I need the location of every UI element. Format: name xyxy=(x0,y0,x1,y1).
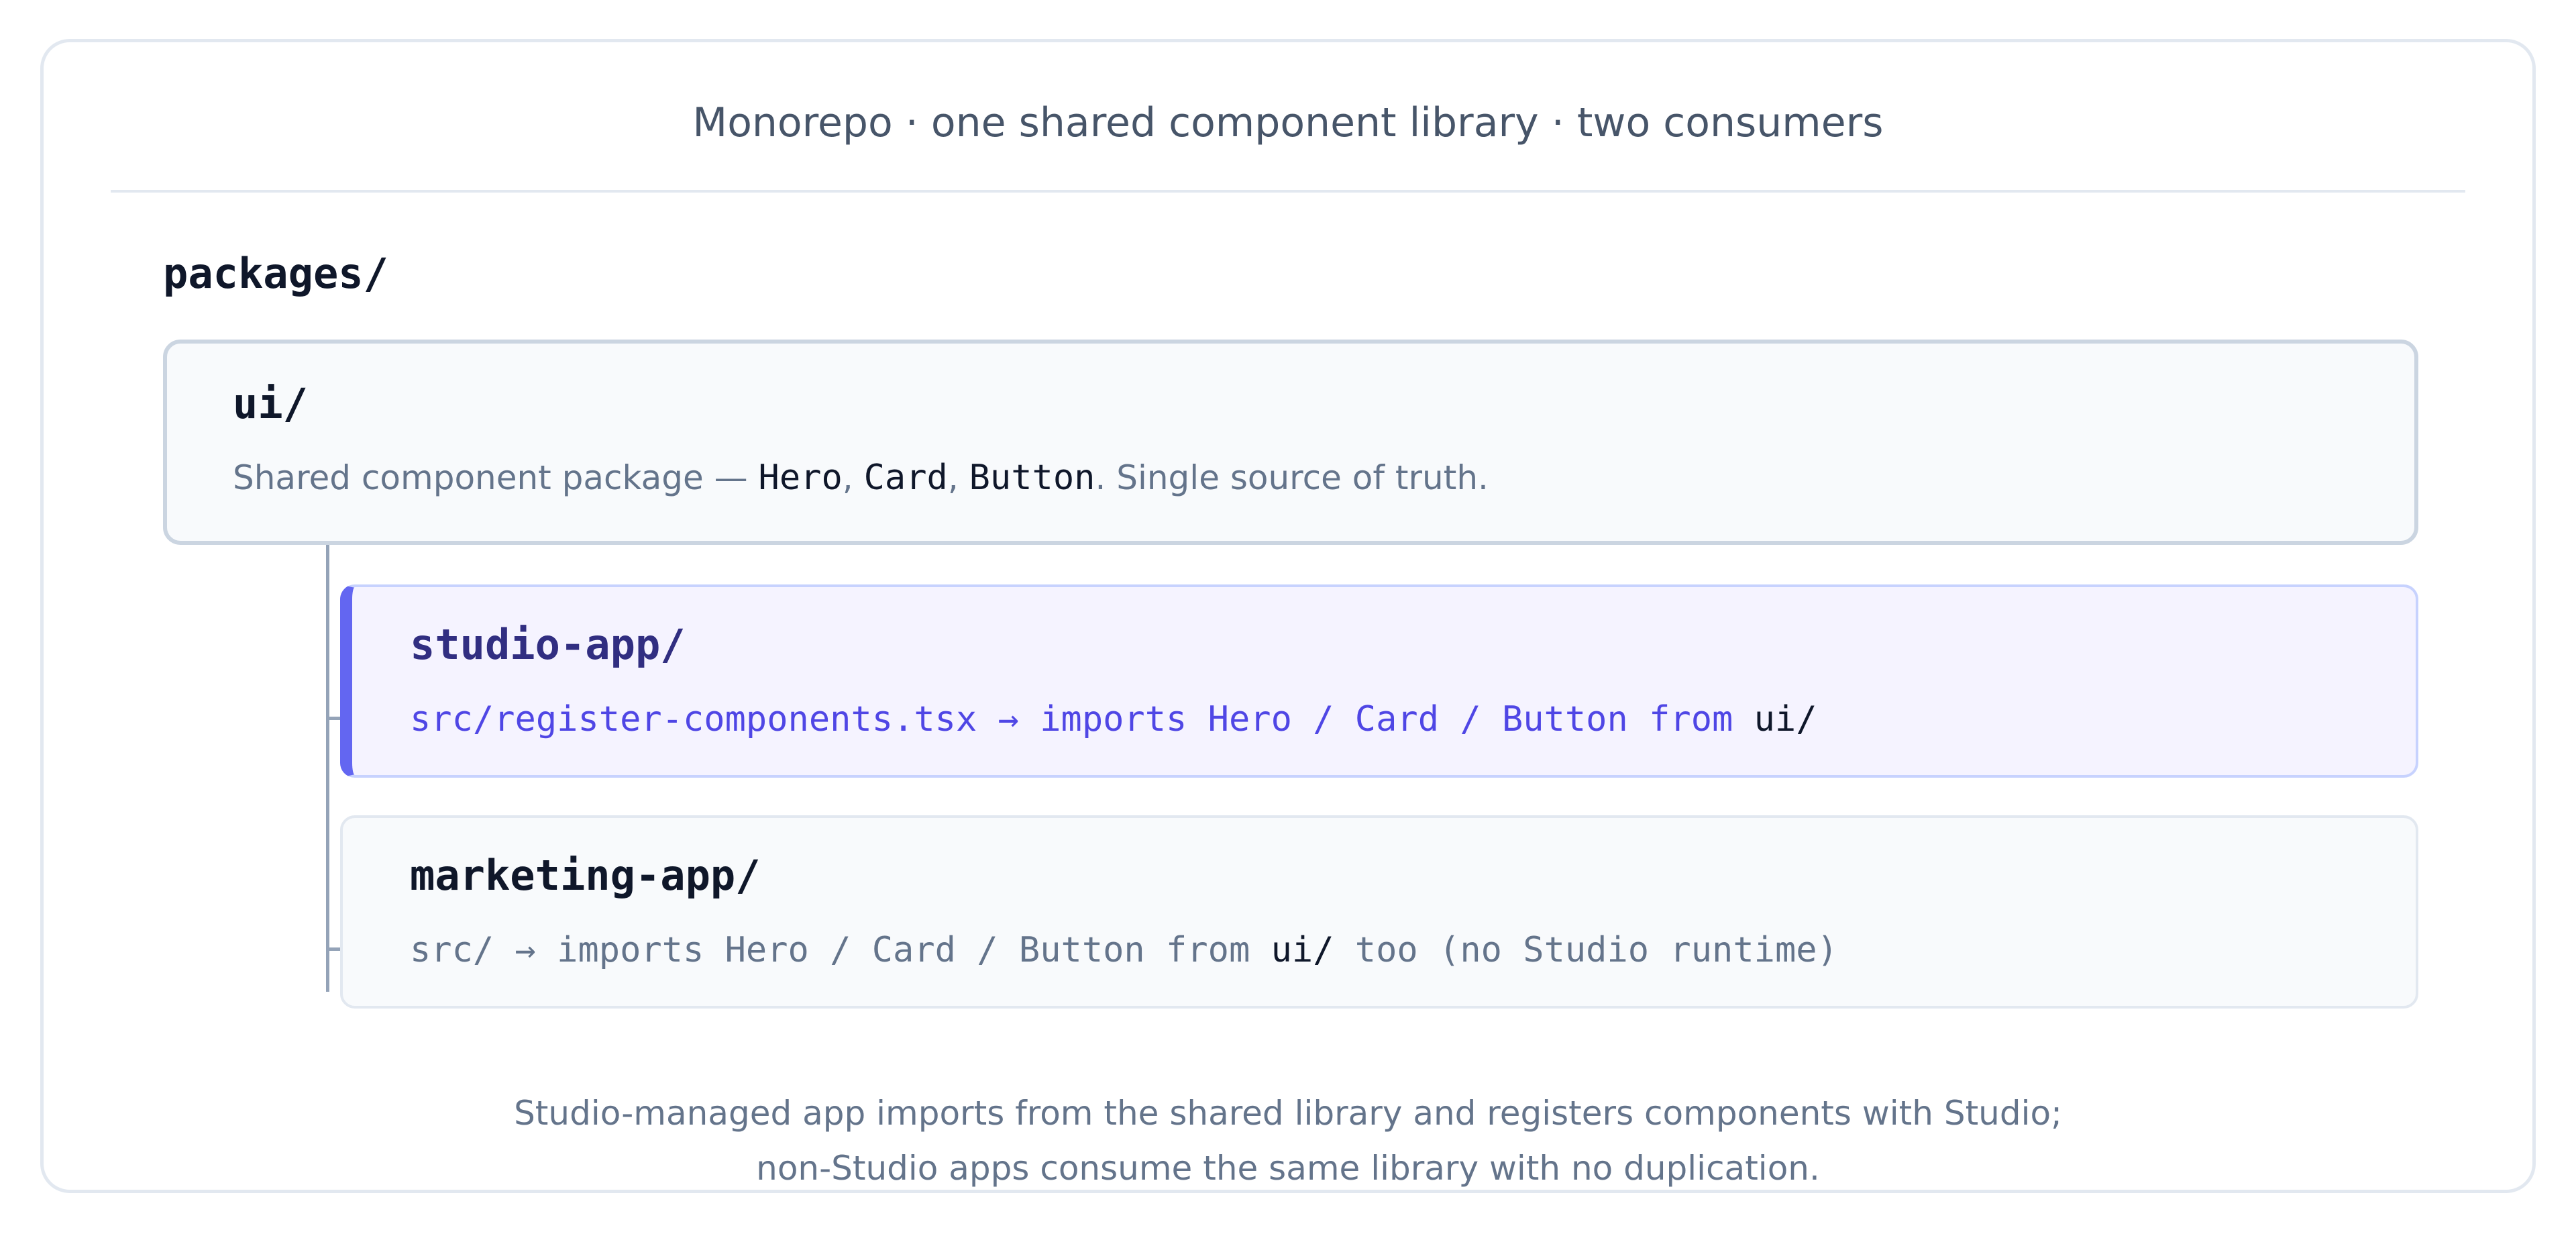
marketing-app-name: marketing-app/ xyxy=(410,851,761,900)
studio-app-description: src/register-components.tsx → imports He… xyxy=(410,696,1817,743)
studio-desc-main: src/register-components.tsx → imports He… xyxy=(410,699,1754,739)
diagram-frame: Monorepo · one shared component library … xyxy=(40,39,2536,1193)
packages-folder-label: packages/ xyxy=(163,249,388,298)
ui-desc-separator: , xyxy=(842,458,864,497)
ui-package-description: Shared component package — Hero, Card, B… xyxy=(233,454,1489,501)
studio-desc-target: ui/ xyxy=(1754,699,1817,739)
marketing-desc-suffix: too (no Studio runtime) xyxy=(1334,930,1838,970)
component-card: Card xyxy=(863,458,948,498)
ui-desc-separator: , xyxy=(947,458,969,497)
diagram-title: Monorepo · one shared component library … xyxy=(692,99,1884,146)
marketing-desc-target: ui/ xyxy=(1271,930,1334,970)
studio-app-name: studio-app/ xyxy=(410,620,686,669)
marketing-desc-main: src/ → imports Hero / Card / Button from xyxy=(410,930,1271,970)
marketing-app-description: src/ → imports Hero / Card / Button from… xyxy=(410,927,1838,974)
diagram-caption: Studio-managed app imports from the shar… xyxy=(44,1086,2532,1196)
ui-desc-prefix: Shared component package — xyxy=(233,458,759,497)
title-divider xyxy=(111,190,2465,193)
marketing-app-box: marketing-app/ src/ → imports Hero / Car… xyxy=(340,815,2418,1009)
ui-desc-suffix: . Single source of truth. xyxy=(1095,458,1489,497)
ui-package-box: ui/ Shared component package — Hero, Car… xyxy=(163,340,2418,545)
component-hero: Hero xyxy=(758,458,843,498)
component-button: Button xyxy=(969,458,1095,498)
tree-connector-vertical xyxy=(326,545,329,992)
ui-package-name: ui/ xyxy=(233,379,308,428)
studio-app-box: studio-app/ src/register-components.tsx … xyxy=(340,584,2418,778)
caption-line-2: non-Studio apps consume the same library… xyxy=(756,1149,1820,1188)
caption-line-1: Studio-managed app imports from the shar… xyxy=(514,1094,2062,1133)
